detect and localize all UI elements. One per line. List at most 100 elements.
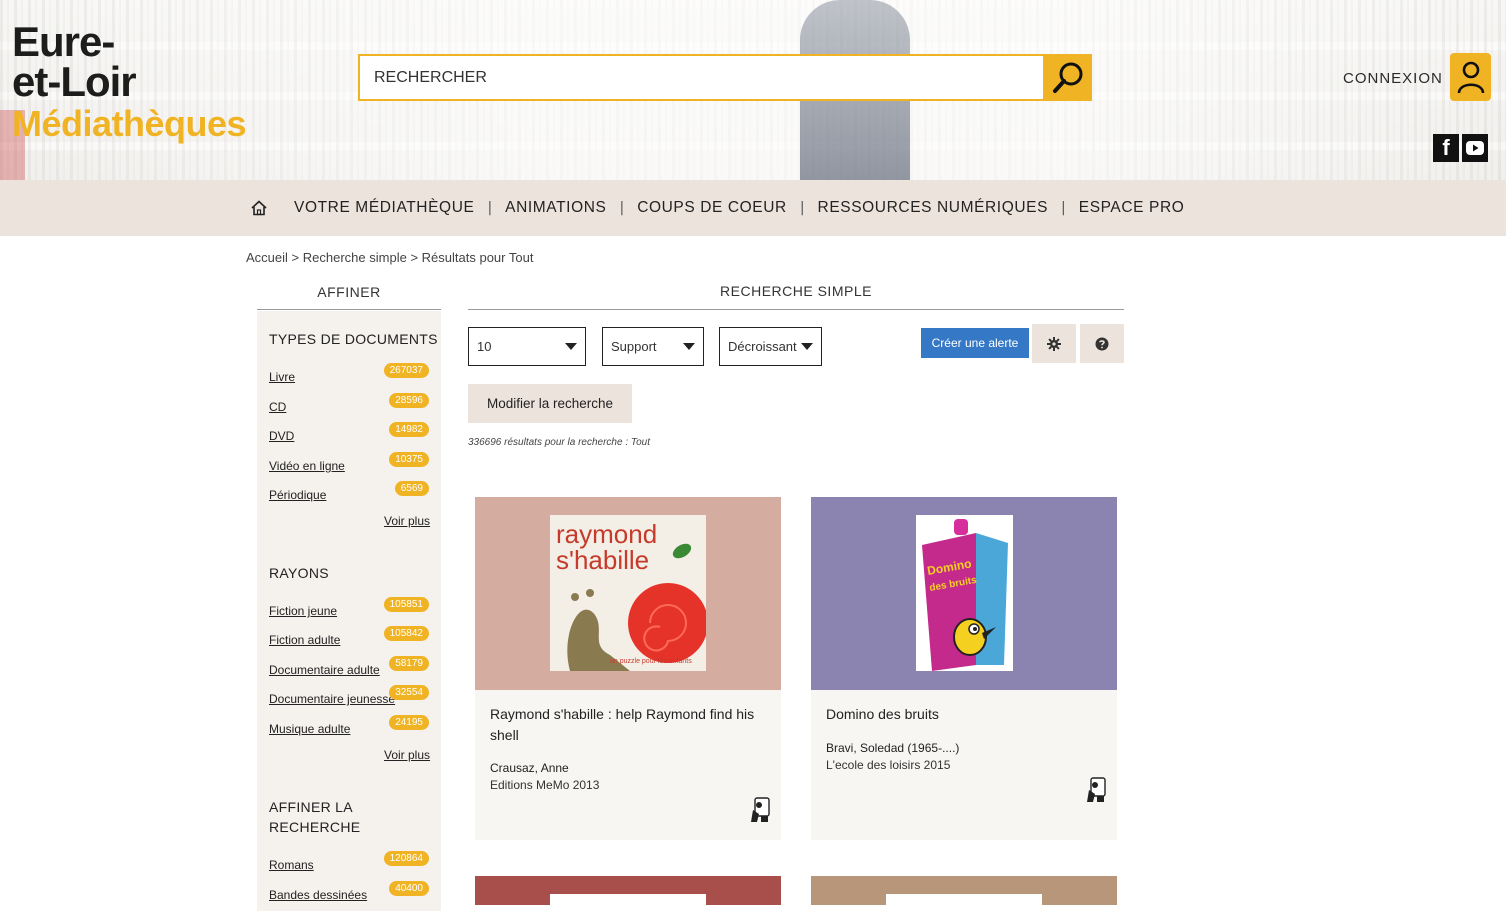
facet-item: Périodique 6569 [269,481,429,504]
card-cover-background: raymond s'habille un puzzle pour les enf… [475,497,781,690]
modify-search-button[interactable]: Modifier la recherche [468,384,632,423]
facet-item: Romans 120864 [269,851,429,874]
divider [257,309,441,310]
sidebar-title: AFFINER [317,284,381,300]
facet-link-documentaire-jeunesse[interactable]: Documentaire jeunesse [269,692,395,706]
logo-line-1: Eure- [12,18,115,65]
voir-plus-link-rayons[interactable]: Voir plus [384,748,430,762]
nav-coups-de-coeur[interactable]: COUPS DE COEUR [637,199,787,217]
facet-link-livre[interactable]: Livre [269,370,295,384]
youtube-play-icon [1466,141,1484,155]
facet-link-fiction-jeune[interactable]: Fiction jeune [269,604,337,618]
logo-line-3: Médiathèques [12,103,247,144]
cover-illustration: Domino des bruits [916,515,1013,671]
count-badge: 120864 [383,851,429,866]
breadcrumb-current: Résultats pour Tout [421,250,534,265]
youtube-icon[interactable] [1462,134,1488,162]
facet-link-periodique[interactable]: Périodique [269,488,326,502]
select-value: Décroissant [728,339,797,354]
card-info: Raymond s'habille : help Raymond find hi… [475,690,781,840]
count-badge: 6569 [394,481,429,496]
svg-text:s'habille: s'habille [556,545,649,575]
search-icon [1052,62,1082,93]
cover-illustration: raymond s'habille un puzzle pour les enf… [550,515,706,671]
home-icon[interactable] [250,199,268,217]
card-publisher: L'ecole des loisirs 2015 [826,758,951,772]
nav-espace-pro[interactable]: ESPACE PRO [1079,199,1185,217]
facet-item: Documentaire adulte 58179 [269,656,429,679]
facet-title-rayons: RAYONS [269,565,329,581]
card-cover-background: Domino des bruits [811,497,1117,690]
count-badge: 105851 [383,597,429,612]
game-icon [751,797,770,822]
select-value: 10 [477,339,492,354]
breadcrumb-search[interactable]: Recherche simple [303,250,407,265]
result-card[interactable]: raymond s'habille un puzzle pour les enf… [475,497,781,840]
search-button[interactable] [1043,54,1092,101]
facet-item: DVD 14982 [269,422,429,445]
book-cover-image[interactable]: raymond s'habille un puzzle pour les enf… [550,515,706,671]
support-select[interactable]: Support [602,327,704,366]
result-card[interactable]: Domino des bruits Domino des bruits Brav… [811,497,1117,840]
breadcrumb: Accueil > Recherche simple > Résultats p… [246,250,534,265]
facet-item: Fiction jeune 105851 [269,597,429,620]
facet-item: CD 28596 [269,393,429,416]
chevron-down-icon [683,343,695,350]
count-badge: 58179 [389,656,429,671]
facet-link-romans[interactable]: Romans [269,858,314,872]
nav-ressources-numeriques[interactable]: RESSOURCES NUMÉRIQUES [818,199,1049,217]
card-title[interactable]: Raymond s'habille : help Raymond find hi… [490,704,766,746]
facet-link-cd[interactable]: CD [269,400,286,414]
count-badge: 14982 [389,422,429,437]
facet-link-dvd[interactable]: DVD [269,429,294,443]
result-card[interactable] [811,876,1117,905]
divider [468,309,1124,310]
card-author: Bravi, Soledad (1965-....) [826,741,960,755]
facet-link-fiction-adulte[interactable]: Fiction adulte [269,633,340,647]
results-per-page-select[interactable]: 10 [468,327,586,366]
user-account-button[interactable] [1450,53,1491,101]
facet-item: Vidéo en ligne 10375 [269,452,429,475]
user-icon [1457,61,1484,94]
facet-link-musique-adulte[interactable]: Musique adulte [269,722,350,736]
settings-button[interactable] [1032,324,1076,363]
nav-separator: | [619,200,625,216]
voir-plus-link-types[interactable]: Voir plus [384,514,430,528]
book-cover-image [886,894,1042,905]
count-badge: 24195 [389,715,429,730]
connexion-link[interactable]: CONNEXION [1343,70,1443,87]
facet-link-bandes-dessinees[interactable]: Bandes dessinées [269,888,367,902]
card-author: Crausaz, Anne [490,761,569,775]
site-logo[interactable]: Eure- et-Loir Médiathèques [12,18,247,144]
card-title[interactable]: Domino des bruits [826,704,1102,725]
result-card[interactable] [475,876,781,905]
game-cover-image[interactable]: Domino des bruits [916,515,1013,671]
chevron-down-icon [565,343,577,350]
facebook-icon[interactable]: f [1433,134,1459,162]
count-badge: 40400 [389,881,429,896]
card-publisher: Editions MeMo 2013 [490,778,600,792]
chevron-down-icon [801,343,813,350]
breadcrumb-home[interactable]: Accueil [246,250,288,265]
facet-link-video-en-ligne[interactable]: Vidéo en ligne [269,459,345,473]
sort-order-select[interactable]: Décroissant [719,327,822,366]
facet-link-documentaire-adulte[interactable]: Documentaire adulte [269,663,380,677]
facet-item: Fiction adulte 105842 [269,626,429,649]
game-icon [1087,777,1106,802]
nav-votre-mediatheque[interactable]: VOTRE MÉDIATHÈQUE [294,199,474,217]
gear-icon [1047,336,1061,351]
help-button[interactable] [1080,324,1124,363]
facet-item: Musique adulte 24195 [269,715,429,738]
search-input[interactable] [358,54,1043,101]
logo-line-2: et-Loir [12,58,137,105]
count-badge: 32554 [389,685,429,700]
nav-animations[interactable]: ANIMATIONS [505,199,606,217]
card-info: Domino des bruits Bravi, Soledad (1965-.… [811,690,1117,840]
create-alert-button[interactable]: Créer une alerte [921,328,1029,358]
page-title: RECHERCHE SIMPLE [720,283,872,299]
nav-separator: | [1061,200,1066,216]
select-value: Support [611,339,657,354]
facets-sidebar: TYPES DE DOCUMENTS Livre 267037 CD 28596… [257,311,441,911]
facet-item: Documentaire jeunesse 32554 [269,685,429,708]
results-count: 336696 résultats pour la recherche : Tou… [468,437,650,448]
